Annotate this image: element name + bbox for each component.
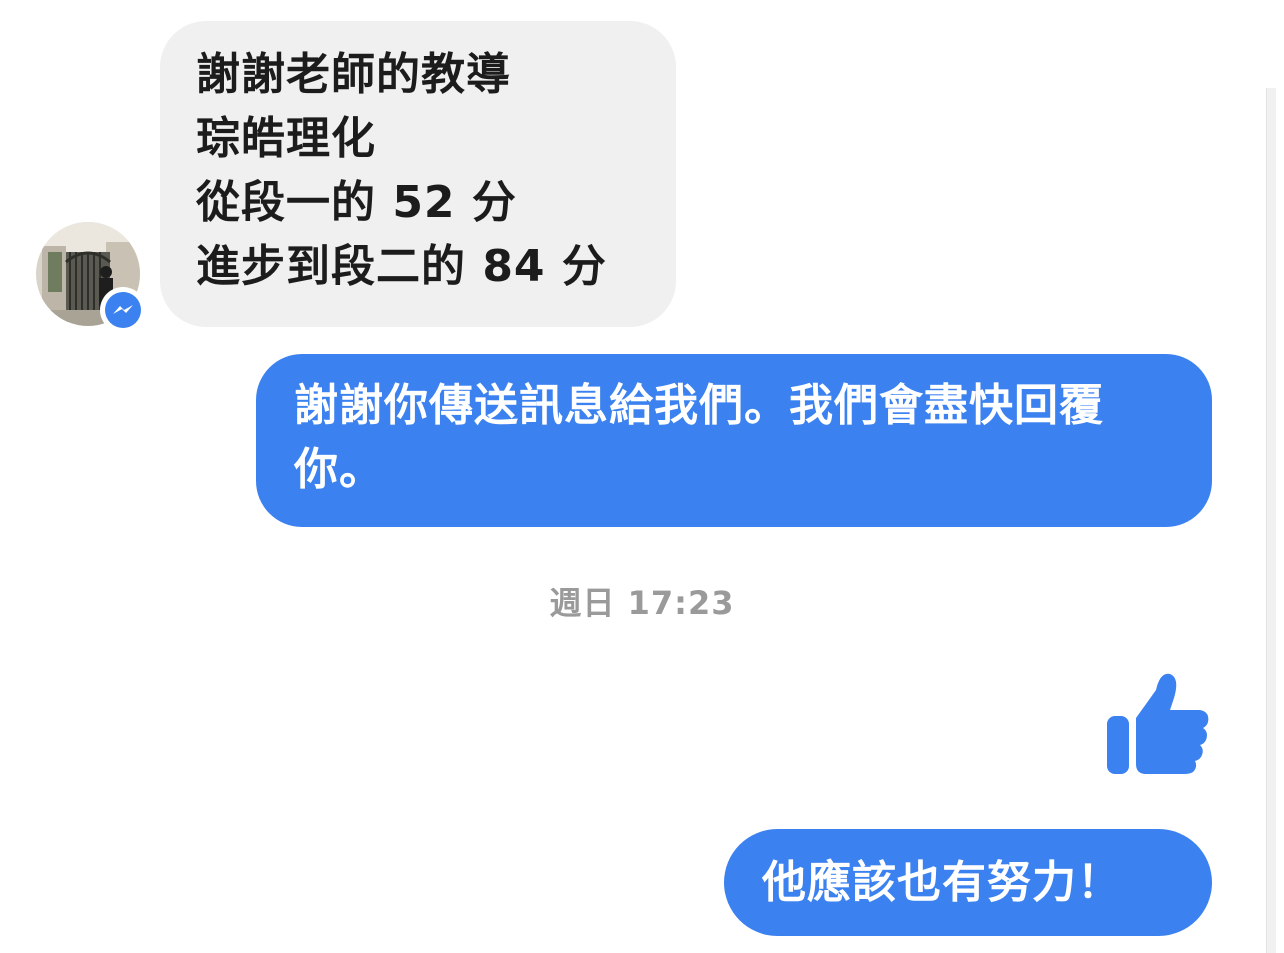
- timestamp: 週日 17:23: [549, 584, 735, 622]
- chat-thread: 謝謝老師的教導 琮皓理化 從段一的 52 分 進步到段二的 84 分 謝謝你傳送…: [0, 0, 1284, 953]
- like-sticker[interactable]: [1104, 668, 1212, 778]
- outgoing-message-bubble[interactable]: 謝謝你傳送訊息給我們。我們會盡快回覆你。: [256, 354, 1212, 527]
- incoming-message-bubble[interactable]: 謝謝老師的教導 琮皓理化 從段一的 52 分 進步到段二的 84 分: [160, 21, 676, 327]
- outgoing-message-bubble[interactable]: 他應該也有努力！: [724, 829, 1212, 936]
- messenger-icon: [105, 292, 141, 328]
- thumbs-up-icon: [1107, 673, 1209, 774]
- message-text: 謝謝你傳送訊息給我們。我們會盡快回覆你。: [294, 380, 1104, 495]
- message-line: 琮皓理化: [196, 113, 376, 164]
- message-text: 他應該也有努力！: [762, 857, 1122, 908]
- message-line: 謝謝老師的教導: [196, 49, 511, 100]
- message-line: 從段一的 52 分: [196, 177, 517, 228]
- scrollbar[interactable]: [1266, 88, 1276, 953]
- message-line: 進步到段二的 84 分: [196, 241, 607, 292]
- messenger-badge: [100, 287, 146, 333]
